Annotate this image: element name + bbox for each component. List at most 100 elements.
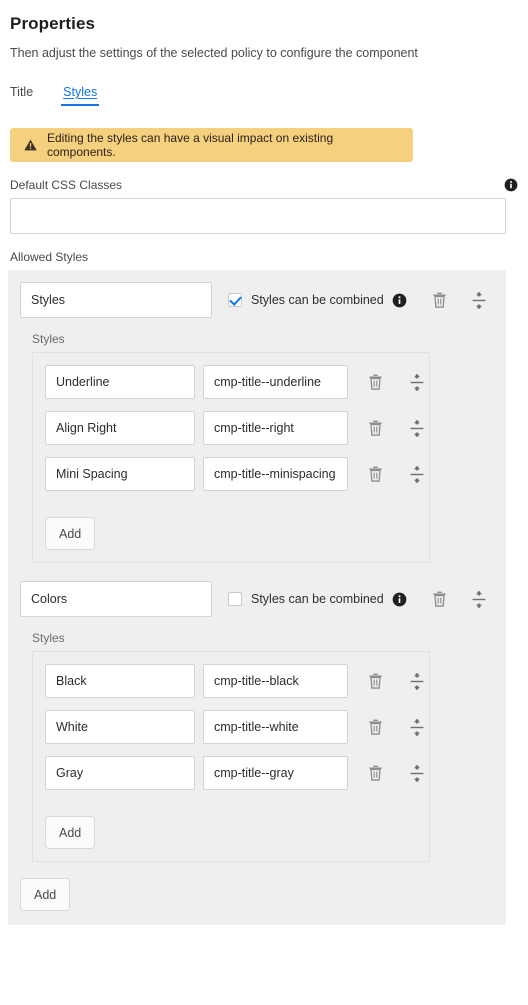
style-delete-button[interactable] (366, 373, 384, 391)
style-class-input[interactable] (203, 664, 348, 698)
style-row-actions (366, 718, 426, 736)
add-group-wrap: Add (8, 862, 506, 911)
drag-reorder-icon (410, 764, 424, 782)
group-separator (8, 563, 506, 581)
styles-rows-panel: Add (32, 651, 430, 862)
page-subtitle: Then adjust the settings of the selected… (10, 46, 418, 60)
style-title-input[interactable] (45, 664, 195, 698)
drag-reorder-icon (472, 590, 486, 608)
drag-reorder-icon (410, 419, 424, 437)
trash-icon (368, 673, 382, 689)
style-class-input[interactable] (203, 457, 348, 491)
style-row (33, 365, 429, 399)
warning-triangle-icon (24, 139, 37, 151)
checkbox-box[interactable] (228, 592, 242, 606)
properties-panel: Properties Then adjust the settings of t… (0, 0, 528, 1005)
style-class-input[interactable] (203, 710, 348, 744)
group-actions (390, 291, 494, 309)
add-style-wrap: Add (33, 802, 429, 849)
style-row (33, 664, 429, 698)
default-css-label-row: Default CSS Classes (10, 178, 518, 192)
style-class-input[interactable] (203, 365, 348, 399)
page-title: Properties (10, 14, 96, 33)
trash-icon (368, 466, 382, 482)
styles-sub-label: Styles (32, 631, 65, 645)
style-reorder-handle[interactable] (408, 718, 426, 736)
tab-title[interactable]: Title (10, 85, 33, 106)
style-row (33, 756, 429, 790)
trash-icon (368, 420, 382, 436)
style-row-actions (366, 419, 426, 437)
style-delete-button[interactable] (366, 465, 384, 483)
allowed-styles-container: Styles can be combined (8, 270, 506, 925)
group-delete-button[interactable] (430, 291, 448, 309)
style-delete-button[interactable] (366, 672, 384, 690)
info-icon (392, 592, 406, 606)
trash-icon (432, 292, 446, 308)
style-row-actions (366, 672, 426, 690)
style-group-colors: Styles can be combined (20, 581, 494, 862)
style-reorder-handle[interactable] (408, 419, 426, 437)
trash-icon (368, 719, 382, 735)
group-reorder-handle[interactable] (470, 590, 488, 608)
group-header: Styles can be combined (20, 282, 494, 318)
style-row-actions (366, 373, 426, 391)
group-name-input[interactable] (20, 282, 212, 318)
trash-icon (368, 765, 382, 781)
tab-bar: Title Styles (0, 60, 528, 106)
styles-can-be-combined-checkbox[interactable]: Styles can be combined (228, 293, 384, 307)
drag-reorder-icon (410, 373, 424, 391)
style-title-input[interactable] (45, 457, 195, 491)
style-reorder-handle[interactable] (408, 764, 426, 782)
style-class-input[interactable] (203, 411, 348, 445)
style-title-input[interactable] (45, 365, 195, 399)
drag-reorder-icon (410, 718, 424, 736)
style-title-input[interactable] (45, 756, 195, 790)
styles-can-be-combined-checkbox[interactable]: Styles can be combined (228, 592, 384, 606)
style-delete-button[interactable] (366, 764, 384, 782)
styles-rows-panel: Add (32, 352, 430, 563)
checkbox-box[interactable] (228, 293, 242, 307)
group-delete-button[interactable] (430, 590, 448, 608)
trash-icon (368, 374, 382, 390)
style-row (33, 411, 429, 445)
checkbox-label: Styles can be combined (251, 592, 384, 606)
add-group-button[interactable]: Add (20, 878, 71, 911)
style-group-styles: Styles can be combined (20, 282, 494, 563)
warning-banner: Editing the styles can have a visual imp… (10, 128, 413, 162)
style-title-input[interactable] (45, 411, 195, 445)
add-style-button[interactable]: Add (45, 816, 96, 849)
group-header: Styles can be combined (20, 581, 494, 617)
style-reorder-handle[interactable] (408, 373, 426, 391)
tab-styles[interactable]: Styles (61, 85, 100, 106)
info-icon (392, 293, 406, 307)
group-actions (390, 590, 494, 608)
drag-reorder-icon (472, 291, 486, 309)
warning-text: Editing the styles can have a visual imp… (47, 131, 334, 159)
style-row (33, 710, 429, 744)
style-reorder-handle[interactable] (408, 465, 426, 483)
style-reorder-handle[interactable] (408, 672, 426, 690)
default-css-input[interactable] (10, 198, 506, 234)
style-delete-button[interactable] (366, 419, 384, 437)
style-title-input[interactable] (45, 710, 195, 744)
allowed-styles-label: Allowed Styles (10, 250, 89, 264)
group-info-button[interactable] (390, 291, 408, 309)
info-icon[interactable] (504, 178, 518, 192)
group-reorder-handle[interactable] (470, 291, 488, 309)
group-name-input[interactable] (20, 581, 212, 617)
style-row-actions (366, 764, 426, 782)
trash-icon (432, 591, 446, 607)
style-row-actions (366, 465, 426, 483)
drag-reorder-icon (410, 465, 424, 483)
style-row (33, 457, 429, 491)
add-style-button[interactable]: Add (45, 517, 96, 550)
default-css-label: Default CSS Classes (10, 178, 123, 192)
drag-reorder-icon (410, 672, 424, 690)
checkbox-label: Styles can be combined (251, 293, 384, 307)
group-info-button[interactable] (390, 590, 408, 608)
add-style-wrap: Add (33, 503, 429, 550)
style-class-input[interactable] (203, 756, 348, 790)
styles-sub-label: Styles (32, 332, 65, 346)
style-delete-button[interactable] (366, 718, 384, 736)
